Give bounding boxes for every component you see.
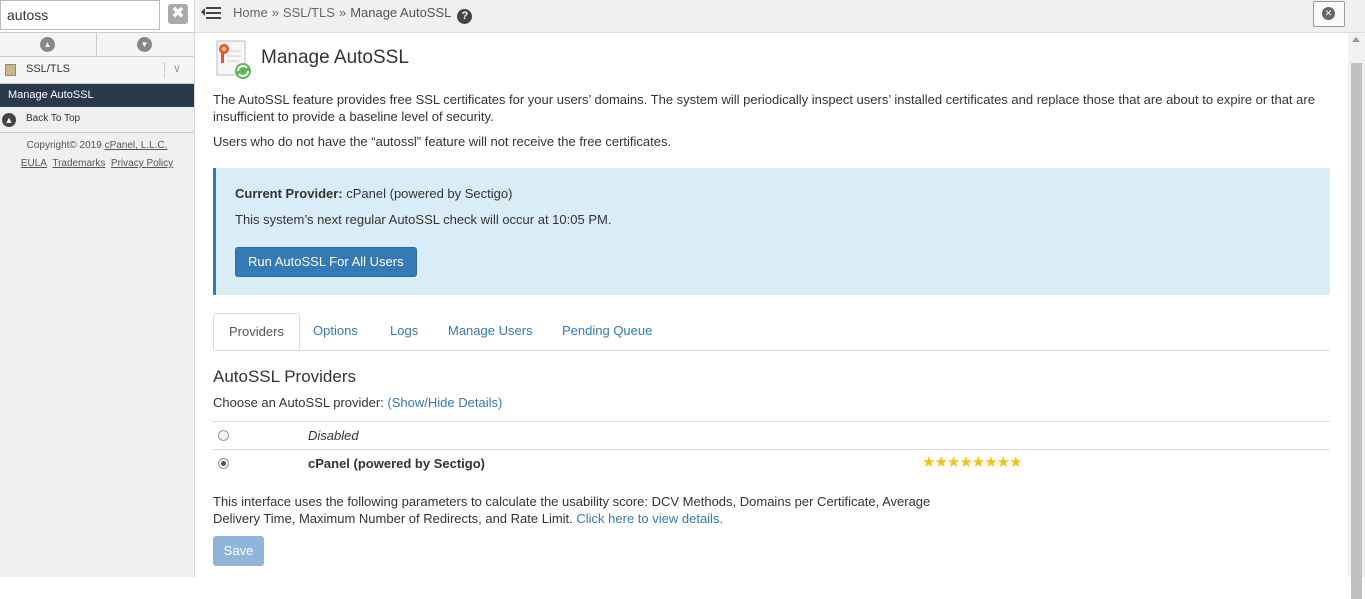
back-to-top-icon: ▲ bbox=[2, 113, 16, 127]
scroll-up-arrow-icon[interactable] bbox=[1352, 37, 1360, 42]
tab-bar: Providers Options Logs Manage Users Pend… bbox=[213, 313, 1330, 351]
choose-provider-line: Choose an AutoSSL provider: (Show/Hide D… bbox=[213, 395, 502, 410]
provider-name: cPanel (powered by Sectigo) bbox=[308, 456, 485, 471]
choose-provider-label: Choose an AutoSSL provider: bbox=[213, 395, 388, 410]
eula-link[interactable]: EULA bbox=[21, 158, 47, 169]
sidebar-category-ssl-tls[interactable]: SSL/TLS ∨ bbox=[0, 57, 194, 84]
collapse-all-button[interactable]: ▲ bbox=[0, 33, 96, 56]
sidebar-item-label: Manage AutoSSL bbox=[8, 89, 94, 101]
provider-radio-cpanel[interactable] bbox=[218, 458, 229, 469]
scrollbar[interactable] bbox=[1348, 33, 1365, 599]
scrollbar-thumb[interactable] bbox=[1351, 63, 1362, 599]
usability-text: This interface uses the following parame… bbox=[213, 494, 931, 526]
ssl-category-icon bbox=[5, 64, 16, 76]
tab-pending-queue[interactable]: Pending Queue bbox=[547, 313, 667, 349]
privacy-policy-link[interactable]: Privacy Policy bbox=[111, 158, 173, 169]
providers-table: Disabled cPanel (powered by Sectigo) ★★★… bbox=[213, 421, 1330, 477]
help-icon[interactable]: ? bbox=[457, 9, 473, 24]
provider-row[interactable]: Disabled bbox=[213, 421, 1330, 449]
back-to-top-label: Back To Top bbox=[26, 113, 81, 124]
usability-note: This interface uses the following parame… bbox=[213, 493, 953, 527]
cpanel-link[interactable]: cPanel, L.L.C. bbox=[105, 140, 168, 151]
run-autossl-button[interactable]: Run AutoSSL For All Users bbox=[235, 247, 417, 277]
page-title: Manage AutoSSL bbox=[261, 47, 409, 68]
tab-options[interactable]: Options bbox=[298, 313, 373, 349]
feature-note: Users who do not have the “autossl” feat… bbox=[213, 134, 672, 149]
chevron-down-icon: ▼ bbox=[137, 37, 152, 52]
show-hide-details-link[interactable]: (Show/Hide Details) bbox=[387, 395, 502, 410]
current-provider-panel: Current Provider: cPanel (powered by Sec… bbox=[213, 168, 1330, 295]
page-description: The AutoSSL feature provides free SSL ce… bbox=[213, 92, 1315, 124]
search-input[interactable] bbox=[0, 0, 160, 30]
provider-name: Disabled bbox=[308, 428, 359, 443]
chevron-down-icon[interactable]: ∨ bbox=[173, 62, 181, 75]
sidebar-footer: Copyright© 2019 cPanel, L.L.C. EULA Trad… bbox=[0, 137, 194, 173]
star-icon: ★★★★★★★★ bbox=[922, 454, 1023, 471]
current-provider-value: cPanel (powered by Sectigo) bbox=[342, 186, 513, 201]
menu-toggle-icon[interactable] bbox=[201, 4, 221, 22]
copyright-text: Copyright© 2019 bbox=[26, 140, 105, 151]
tab-providers[interactable]: Providers bbox=[213, 313, 300, 350]
breadcrumb-ssl-tls[interactable]: SSL/TLS bbox=[283, 5, 335, 20]
sidebar-category-label: SSL/TLS bbox=[26, 63, 71, 75]
tab-logs[interactable]: Logs bbox=[375, 313, 433, 349]
next-check-text: This system’s next regular AutoSSL check… bbox=[235, 212, 612, 227]
top-bar: Home» SSL/TLS» Manage AutoSSL? ✕ bbox=[195, 0, 1365, 33]
sidebar-item-manage-autossl[interactable]: Manage AutoSSL bbox=[0, 84, 194, 107]
breadcrumb: Home» SSL/TLS» Manage AutoSSL? bbox=[233, 5, 473, 24]
save-button[interactable]: Save bbox=[213, 536, 264, 566]
sidebar-search: ✖ bbox=[0, 0, 194, 33]
chevron-up-icon: ▲ bbox=[40, 37, 55, 52]
current-provider-line: Current Provider: cPanel (powered by Sec… bbox=[235, 186, 512, 201]
sidebar: ✖ ▲ ▼ SSL/TLS ∨ Manage AutoSSL ▲ Back To… bbox=[0, 0, 195, 577]
search-clear-icon[interactable]: ✖ bbox=[168, 4, 188, 24]
breadcrumb-home[interactable]: Home bbox=[233, 5, 268, 20]
divider bbox=[164, 62, 165, 78]
tab-manage-users[interactable]: Manage Users bbox=[433, 313, 548, 349]
provider-radio-disabled[interactable] bbox=[218, 430, 229, 441]
close-icon: ✕ bbox=[1322, 7, 1335, 20]
breadcrumb-separator: » bbox=[338, 5, 347, 20]
provider-row[interactable]: cPanel (powered by Sectigo) ★★★★★★★★ bbox=[213, 449, 1330, 477]
current-provider-label: Current Provider: bbox=[235, 186, 343, 201]
collapse-expand-row: ▲ ▼ bbox=[0, 33, 194, 57]
breadcrumb-current: Manage AutoSSL bbox=[350, 5, 452, 20]
trademarks-link[interactable]: Trademarks bbox=[52, 158, 105, 169]
close-button[interactable]: ✕ bbox=[1313, 1, 1345, 27]
expand-all-button[interactable]: ▼ bbox=[97, 33, 193, 56]
back-to-top-link[interactable]: ▲ Back To Top bbox=[0, 108, 194, 133]
breadcrumb-separator: » bbox=[271, 5, 279, 20]
certificate-icon bbox=[216, 40, 251, 79]
providers-heading: AutoSSL Providers bbox=[213, 367, 356, 386]
view-details-link[interactable]: Click here to view details. bbox=[576, 511, 723, 526]
